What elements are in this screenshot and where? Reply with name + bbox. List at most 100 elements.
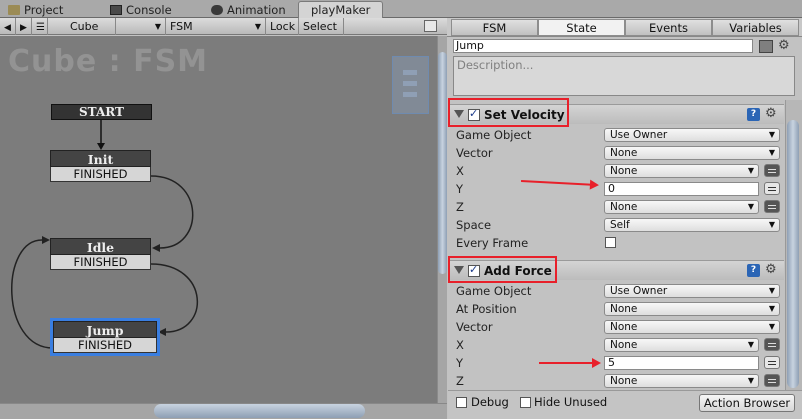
chevron-down-icon: ▼	[747, 202, 754, 211]
back-button[interactable]: ◀	[0, 18, 16, 35]
tab-fsm[interactable]: FSM	[451, 19, 538, 36]
y-value-field[interactable]: 5	[604, 356, 759, 370]
chevron-down-icon: ▼	[747, 340, 754, 349]
highlight-box	[448, 256, 557, 283]
transition-finished[interactable]: FINISHED	[50, 255, 151, 270]
animation-icon	[211, 5, 223, 15]
tab-playmaker[interactable]: playMaker	[298, 1, 384, 19]
state-init[interactable]: Init FINISHED	[50, 150, 151, 182]
inspector-vertical-scroll-thumb[interactable]	[787, 120, 799, 388]
chevron-down-icon: ▼	[768, 304, 775, 313]
tab-events[interactable]: Events	[625, 19, 712, 36]
lock-button[interactable]: Lock	[266, 18, 299, 35]
inspector-tabs: FSM State Events Variables	[447, 18, 802, 37]
chevron-down-icon: ▼	[768, 322, 775, 331]
chevron-down-icon: ▼	[747, 166, 754, 175]
fsm-toolbar: ◀ ▶ ☰ Cube ▼ FSM ▼ Lock Select	[0, 18, 447, 35]
highlight-box	[448, 98, 569, 127]
start-node[interactable]: START	[51, 104, 152, 120]
game-object-dropdown[interactable]: Use Owner ▼	[604, 284, 780, 298]
tab-animation[interactable]: Animation	[207, 2, 290, 18]
chevron-down-icon: ▼	[154, 22, 161, 31]
param-label: X	[456, 338, 464, 352]
param-label: Space	[456, 218, 492, 232]
history-button[interactable]: ☰	[32, 18, 48, 35]
param-label: Game Object	[456, 284, 532, 298]
tab-variables[interactable]: Variables	[712, 19, 799, 36]
chevron-down-icon: ▼	[747, 376, 754, 385]
object-dropdown-spacer[interactable]: ▼	[116, 18, 166, 35]
transition-finished[interactable]: FINISHED	[53, 338, 157, 353]
state-jump[interactable]: Jump FINISHED	[50, 318, 160, 356]
debug-label: Debug	[471, 395, 509, 409]
help-icon[interactable]: ?	[747, 264, 760, 277]
chevron-down-icon: ▼	[254, 22, 261, 31]
tab-console[interactable]: Console	[106, 2, 176, 18]
z-dropdown[interactable]: None ▼	[604, 200, 759, 214]
variable-toggle-button[interactable]	[764, 374, 780, 387]
forward-button[interactable]: ▶	[16, 18, 32, 35]
variable-toggle-button[interactable]	[764, 164, 780, 177]
param-label: Game Object	[456, 128, 532, 142]
param-label: Y	[456, 182, 464, 196]
chevron-down-icon: ▼	[768, 148, 775, 157]
param-label: Every Frame	[456, 236, 529, 250]
game-object-dropdown[interactable]: Use Owner ▼	[604, 128, 780, 142]
folder-icon	[8, 5, 20, 15]
window-tab-bar: Project Console Animation playMaker	[0, 0, 802, 19]
transition-finished[interactable]: FINISHED	[50, 167, 151, 182]
fsm-graph-canvas[interactable]: Cube : FSM START Init FINISHED Idle FINI…	[0, 36, 437, 403]
hide-unused-checkbox[interactable]	[520, 397, 531, 408]
red-arrow-annotation	[539, 358, 601, 368]
action-browser-button[interactable]: Action Browser	[699, 394, 795, 412]
minimap[interactable]	[392, 56, 429, 114]
description-field[interactable]: Description...	[453, 56, 795, 96]
vector-dropdown[interactable]: None ▼	[604, 320, 780, 334]
param-label: Z	[456, 200, 464, 214]
console-icon	[110, 5, 122, 15]
space-dropdown[interactable]: Self ▼	[604, 218, 780, 232]
variable-toggle-button[interactable]	[764, 182, 780, 195]
gear-icon[interactable]: ⚙	[765, 106, 777, 121]
variable-toggle-button[interactable]	[764, 338, 780, 351]
chevron-down-icon: ▼	[768, 130, 775, 139]
param-label: At Position	[456, 302, 517, 316]
x-dropdown[interactable]: None ▼	[604, 164, 759, 178]
state-name-field[interactable]: Jump	[453, 39, 753, 53]
select-button[interactable]: Select	[299, 18, 344, 35]
back-arrow-icon: ◀	[4, 23, 11, 33]
every-frame-checkbox[interactable]	[605, 237, 616, 248]
gear-icon[interactable]: ⚙	[765, 262, 777, 277]
menu-lines-icon: ☰	[36, 22, 45, 33]
chevron-down-icon: ▼	[768, 286, 775, 295]
y-value-field[interactable]: 0	[604, 182, 759, 196]
variable-toggle-button[interactable]	[764, 356, 780, 369]
debug-checkbox[interactable]	[456, 397, 467, 408]
chevron-down-icon: ▼	[768, 220, 775, 229]
param-label: Vector	[456, 146, 493, 160]
state-idle[interactable]: Idle FINISHED	[50, 238, 151, 270]
param-label: Z	[456, 374, 464, 388]
forward-arrow-icon: ▶	[20, 23, 27, 33]
canvas-horizontal-scroll-thumb[interactable]	[154, 404, 365, 418]
variable-toggle-button[interactable]	[764, 200, 780, 213]
vector-dropdown[interactable]: None ▼	[604, 146, 780, 160]
param-label: Y	[456, 356, 464, 370]
hide-unused-label: Hide Unused	[534, 395, 608, 409]
red-arrow-annotation	[520, 180, 598, 186]
z-dropdown[interactable]: None ▼	[604, 374, 759, 388]
fsm-select[interactable]: FSM ▼	[166, 18, 266, 35]
gear-icon[interactable]: ⚙	[778, 38, 790, 53]
help-icon[interactable]: ?	[747, 108, 760, 121]
at-position-dropdown[interactable]: None ▼	[604, 302, 780, 316]
tab-state[interactable]: State	[538, 19, 625, 36]
object-select[interactable]: Cube	[48, 18, 116, 35]
minimap-toggle-icon[interactable]	[424, 20, 437, 32]
tab-project[interactable]: Project	[4, 2, 67, 18]
param-label: X	[456, 164, 464, 178]
param-label: Vector	[456, 320, 493, 334]
canvas-vertical-scroll-thumb[interactable]	[438, 52, 447, 274]
state-color-swatch[interactable]	[759, 40, 773, 53]
x-dropdown[interactable]: None ▼	[604, 338, 759, 352]
